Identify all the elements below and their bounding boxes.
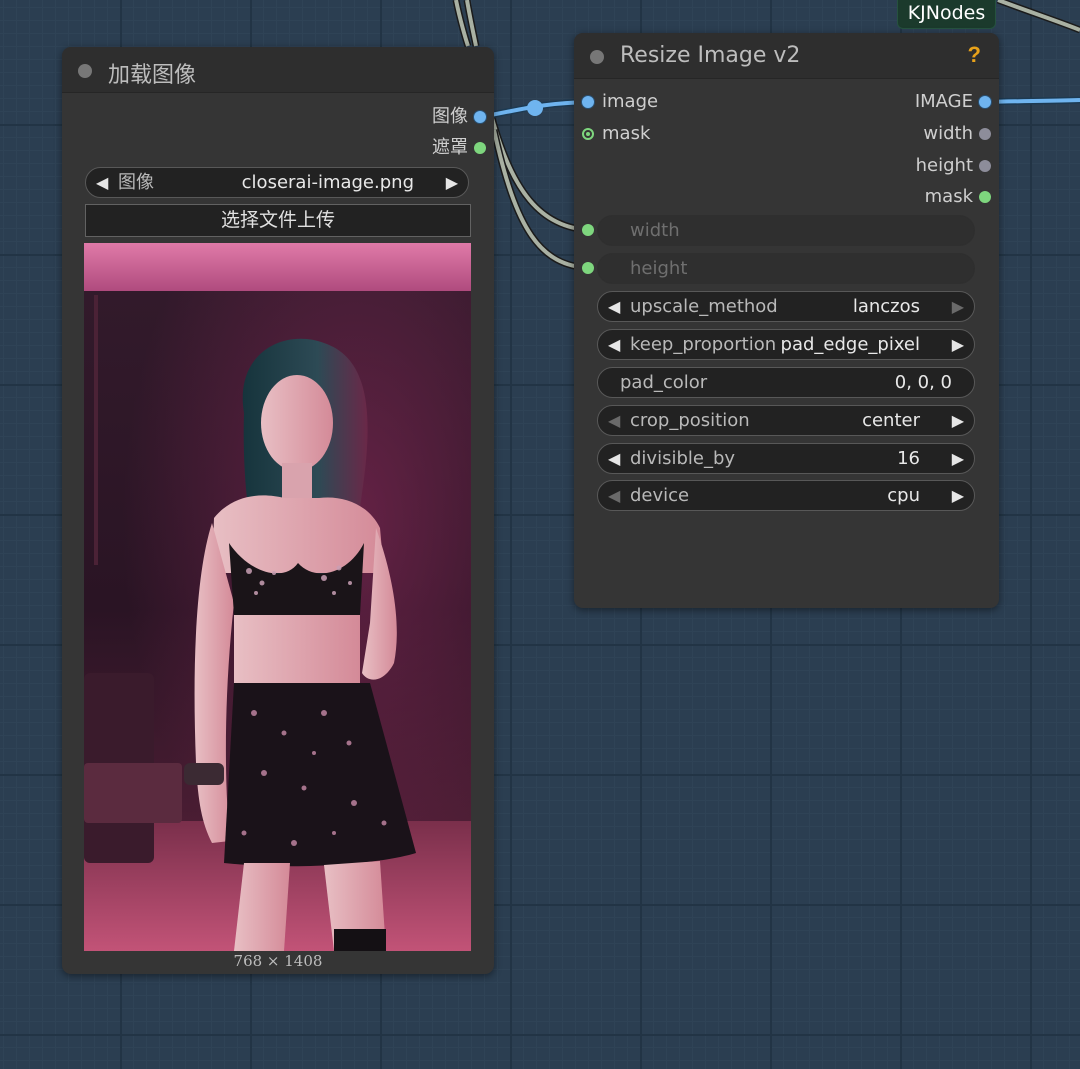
collapse-dot-icon[interactable]: [78, 64, 92, 78]
output-connector-icon[interactable]: [474, 111, 486, 123]
widget-value: pad_edge_pixel: [780, 334, 920, 355]
arrow-right-icon[interactable]: ▶: [952, 406, 964, 435]
link-top-left-1: [452, 0, 472, 48]
arrow-left-icon[interactable]: ◀: [608, 292, 620, 321]
resize-image-title-bar[interactable]: Resize Image v2 ?: [574, 33, 999, 79]
link-image-midpoint: [527, 100, 543, 116]
arrow-right-icon[interactable]: ▶: [952, 444, 964, 473]
input-connector-icon[interactable]: [582, 262, 594, 274]
widget-value: 0, 0, 0: [894, 372, 952, 393]
output-slot-width[interactable]: width: [799, 122, 999, 146]
widget-label: upscale_method: [630, 296, 778, 317]
widget-value: closerai-image.png: [241, 172, 414, 193]
widget-label: width: [630, 220, 680, 241]
collapse-dot-icon[interactable]: [590, 50, 604, 64]
image-preview: [84, 243, 471, 951]
output-slot-mask[interactable]: mask: [799, 185, 999, 209]
arrow-right-icon[interactable]: ▶: [952, 330, 964, 359]
widget-value: cpu: [887, 485, 920, 506]
output-connector-icon[interactable]: [979, 160, 991, 172]
divisible-by-widget[interactable]: ◀ divisible_by 16 ▶: [597, 443, 975, 474]
widget-label: keep_proportion: [630, 334, 777, 355]
output-slot-label: width: [923, 123, 973, 144]
arrow-left-icon[interactable]: ◀: [608, 330, 620, 359]
device-widget[interactable]: ◀ device cpu ▶: [597, 480, 975, 511]
arrow-left-icon[interactable]: ◀: [608, 444, 620, 473]
resize-image-title: Resize Image v2: [620, 43, 801, 68]
input-connector-icon[interactable]: [582, 96, 594, 108]
input-connector-icon[interactable]: [582, 128, 594, 140]
arrow-right-icon[interactable]: ▶: [446, 168, 458, 197]
upload-button[interactable]: 选择文件上传: [85, 204, 471, 237]
converted-input-height: height: [597, 253, 975, 284]
arrow-right-icon[interactable]: ▶: [952, 292, 964, 321]
arrow-left-icon[interactable]: ◀: [96, 168, 108, 197]
help-icon[interactable]: ?: [968, 42, 981, 68]
output-slot-mask[interactable]: 遮罩: [62, 136, 494, 160]
link-top-left-2: [463, 0, 480, 47]
pad-color-widget[interactable]: pad_color 0, 0, 0: [597, 367, 975, 398]
load-image-node[interactable]: 加载图像 图像 遮罩 ◀ 图像 closerai-image.png ▶ 选择文…: [62, 47, 494, 974]
arrow-left-icon[interactable]: ◀: [608, 406, 620, 435]
input-slot-label: image: [602, 91, 659, 112]
image-combo-widget[interactable]: ◀ 图像 closerai-image.png ▶: [85, 167, 469, 198]
widget-value: lanczos: [852, 296, 920, 317]
output-slot-label: IMAGE: [914, 91, 973, 112]
widget-value: 16: [897, 448, 920, 469]
input-slot-label: mask: [602, 123, 651, 144]
link-top-right: [996, 0, 1080, 34]
kjnodes-badge: KJNodes: [897, 0, 996, 29]
link-image-out: [985, 96, 1080, 106]
widget-value: center: [862, 410, 920, 431]
widget-label: crop_position: [630, 410, 750, 431]
widget-label: pad_color: [620, 372, 708, 393]
upscale-method-widget[interactable]: ◀ upscale_method lanczos ▶: [597, 291, 975, 322]
input-connector-width[interactable]: [574, 218, 598, 242]
load-image-title-bar[interactable]: 加载图像: [62, 47, 494, 93]
load-image-title: 加载图像: [108, 63, 197, 88]
converted-input-width: width: [597, 215, 975, 246]
arrow-left-icon[interactable]: ◀: [608, 481, 620, 510]
output-connector-icon[interactable]: [979, 96, 991, 108]
output-slot-label: 遮罩: [432, 137, 468, 158]
input-slot-mask[interactable]: mask: [574, 122, 774, 146]
output-slot-label: 图像: [432, 106, 468, 127]
input-connector-icon[interactable]: [582, 224, 594, 236]
resize-image-node[interactable]: Resize Image v2 ? image mask IMAGE width…: [574, 33, 999, 608]
output-slot-image[interactable]: IMAGE: [799, 90, 999, 114]
output-slot-label: height: [915, 155, 973, 176]
output-slot-height[interactable]: height: [799, 154, 999, 178]
output-slot-image[interactable]: 图像: [62, 105, 494, 129]
image-size-label: 768 × 1408: [233, 952, 323, 970]
output-connector-icon[interactable]: [979, 191, 991, 203]
output-connector-icon[interactable]: [979, 128, 991, 140]
widget-label: device: [630, 485, 690, 506]
widget-label: 图像: [118, 172, 154, 193]
widget-label: height: [630, 258, 688, 279]
output-connector-icon[interactable]: [474, 142, 486, 154]
keep-proportion-widget[interactable]: ◀ keep_proportion pad_edge_pixel ▶: [597, 329, 975, 360]
widget-label: divisible_by: [630, 448, 736, 469]
preview-illustration: [84, 243, 471, 951]
output-slot-label: mask: [924, 186, 973, 207]
arrow-right-icon[interactable]: ▶: [952, 481, 964, 510]
input-slot-image[interactable]: image: [574, 90, 774, 114]
crop-position-widget[interactable]: ◀ crop_position center ▶: [597, 405, 975, 436]
input-connector-height[interactable]: [574, 256, 598, 280]
